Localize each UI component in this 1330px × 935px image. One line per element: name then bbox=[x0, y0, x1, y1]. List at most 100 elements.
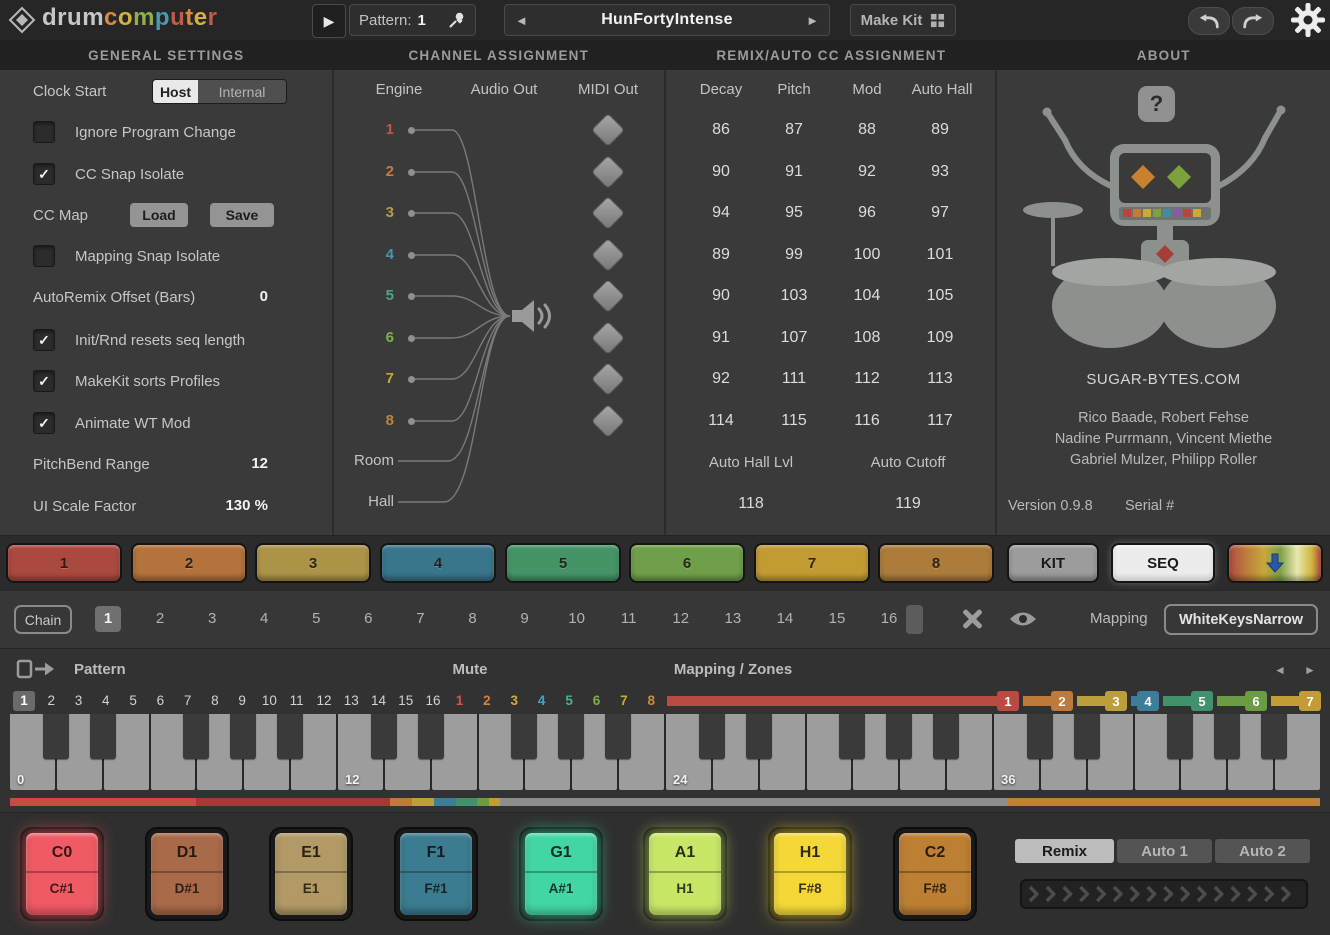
makekit-sorts-checkbox[interactable]: ✓ bbox=[33, 370, 55, 392]
settings-gear-button[interactable] bbox=[1290, 2, 1326, 38]
mute-channel-3[interactable]: 3 bbox=[503, 691, 525, 711]
cc-value-row6-col1[interactable]: 91 bbox=[686, 327, 756, 349]
auto-2-button[interactable]: Auto 2 bbox=[1215, 839, 1310, 863]
drum-pad-surface[interactable]: A1H1 bbox=[649, 833, 721, 915]
zone-5-bar[interactable] bbox=[1163, 696, 1191, 706]
channel-button-2[interactable]: 2 bbox=[133, 545, 245, 581]
drum-pad-g1[interactable]: G1A#1 bbox=[521, 829, 601, 919]
chain-step-5[interactable]: 5 bbox=[303, 606, 329, 632]
website-link[interactable]: SUGAR-BYTES.COM bbox=[997, 371, 1330, 388]
black-key-oct3-1[interactable] bbox=[1027, 714, 1053, 759]
cc-value-row4-col4[interactable]: 101 bbox=[905, 244, 975, 266]
zone-6[interactable]: 6 bbox=[1217, 691, 1267, 711]
zone-7-bar[interactable] bbox=[1271, 696, 1299, 706]
preset-next-button[interactable]: ► bbox=[806, 13, 819, 28]
drum-pad-surface[interactable]: F1F#1 bbox=[400, 833, 472, 915]
tab-channel-assignment[interactable]: CHANNEL ASSIGNMENT bbox=[333, 40, 666, 70]
drum-pad-surface[interactable]: C0C#1 bbox=[26, 833, 98, 915]
zone-6-bar[interactable] bbox=[1217, 696, 1245, 706]
engine-2-audio-node[interactable] bbox=[408, 169, 415, 176]
black-key-oct3-6[interactable] bbox=[1261, 714, 1287, 759]
chain-step-2[interactable]: 2 bbox=[147, 606, 173, 632]
channel-button-4[interactable]: 4 bbox=[382, 545, 494, 581]
cc-value-row5-col1[interactable]: 90 bbox=[686, 285, 756, 307]
cc-value-row6-col3[interactable]: 108 bbox=[832, 327, 902, 349]
zone-6-number[interactable]: 6 bbox=[1245, 691, 1267, 711]
mapping-snap-isolate-checkbox[interactable] bbox=[33, 245, 55, 267]
pattern-selector[interactable]: Pattern: 1 bbox=[349, 4, 476, 36]
auto-cutoff-value[interactable]: 119 bbox=[873, 493, 943, 515]
black-key-oct3-4[interactable] bbox=[1167, 714, 1193, 759]
autoremix-offset-value[interactable]: 0 bbox=[260, 285, 268, 309]
chain-scrollbar[interactable] bbox=[906, 605, 923, 634]
cc-value-row5-col4[interactable]: 105 bbox=[905, 285, 975, 307]
pattern-step-15[interactable]: 15 bbox=[395, 691, 417, 711]
engine-8-audio-node[interactable] bbox=[408, 418, 415, 425]
engine-1-audio-node[interactable] bbox=[408, 127, 415, 134]
remix-button[interactable]: Remix bbox=[1015, 839, 1114, 863]
cc-value-row2-col1[interactable]: 90 bbox=[686, 161, 756, 183]
chain-step-15[interactable]: 15 bbox=[824, 606, 850, 632]
chain-step-12[interactable]: 12 bbox=[668, 606, 694, 632]
chain-step-8[interactable]: 8 bbox=[459, 606, 485, 632]
animate-wt-checkbox[interactable]: ✓ bbox=[33, 412, 55, 434]
cc-value-row5-col3[interactable]: 104 bbox=[832, 285, 902, 307]
init-rnd-checkbox[interactable]: ✓ bbox=[33, 329, 55, 351]
clock-start-host-option[interactable]: Host bbox=[153, 80, 198, 103]
cc-value-row7-col1[interactable]: 92 bbox=[686, 368, 756, 390]
cc-value-row7-col4[interactable]: 113 bbox=[905, 368, 975, 390]
ignore-program-change-checkbox[interactable] bbox=[33, 121, 55, 143]
chain-step-9[interactable]: 9 bbox=[512, 606, 538, 632]
black-key-oct2-6[interactable] bbox=[933, 714, 959, 759]
black-key-oct0-2[interactable] bbox=[90, 714, 116, 759]
zone-1-number[interactable]: 1 bbox=[997, 691, 1019, 711]
black-key-oct3-2[interactable] bbox=[1074, 714, 1100, 759]
drum-pad-surface[interactable]: H1F#8 bbox=[774, 833, 846, 915]
channel-button-6[interactable]: 6 bbox=[631, 545, 743, 581]
mute-channel-5[interactable]: 5 bbox=[558, 691, 580, 711]
pattern-step-1[interactable]: 1 bbox=[13, 691, 35, 711]
pitchbend-range-value[interactable]: 12 bbox=[251, 452, 268, 476]
cc-value-row6-col2[interactable]: 107 bbox=[759, 327, 829, 349]
cc-value-row4-col2[interactable]: 99 bbox=[759, 244, 829, 266]
tab-general-settings[interactable]: GENERAL SETTINGS bbox=[0, 40, 333, 70]
mute-channel-2[interactable]: 2 bbox=[476, 691, 498, 711]
chain-step-4[interactable]: 4 bbox=[251, 606, 277, 632]
zone-5[interactable]: 5 bbox=[1163, 691, 1213, 711]
pattern-step-8[interactable]: 8 bbox=[204, 691, 226, 711]
engine-5-audio-node[interactable] bbox=[408, 293, 415, 300]
cc-value-row3-col1[interactable]: 94 bbox=[686, 202, 756, 224]
channel-button-7[interactable]: 7 bbox=[756, 545, 868, 581]
drum-pad-surface[interactable]: C2F#8 bbox=[899, 833, 971, 915]
chain-button[interactable]: Chain bbox=[14, 605, 72, 634]
chain-step-14[interactable]: 14 bbox=[772, 606, 798, 632]
mute-channel-8[interactable]: 8 bbox=[640, 691, 662, 711]
zone-1-bar[interactable] bbox=[667, 696, 997, 706]
pattern-value[interactable]: 1 bbox=[418, 12, 426, 29]
cc-value-row3-col4[interactable]: 97 bbox=[905, 202, 975, 224]
cc-snap-isolate-checkbox[interactable]: ✓ bbox=[33, 163, 55, 185]
keys-mode-button[interactable]: WhiteKeysNarrow bbox=[1164, 604, 1318, 635]
mute-channel-6[interactable]: 6 bbox=[586, 691, 608, 711]
zone-3-bar[interactable] bbox=[1077, 696, 1105, 706]
black-key-oct1-6[interactable] bbox=[605, 714, 631, 759]
auto-1-button[interactable]: Auto 1 bbox=[1117, 839, 1212, 863]
mute-channel-4[interactable]: 4 bbox=[531, 691, 553, 711]
black-key-oct1-4[interactable] bbox=[511, 714, 537, 759]
black-key-oct2-4[interactable] bbox=[839, 714, 865, 759]
zone-2[interactable]: 2 bbox=[1023, 691, 1073, 711]
engine-3-audio-node[interactable] bbox=[408, 210, 415, 217]
cc-value-row8-col1[interactable]: 114 bbox=[686, 410, 756, 432]
drum-pad-c0[interactable]: C0C#1 bbox=[22, 829, 102, 919]
black-key-oct0-1[interactable] bbox=[43, 714, 69, 759]
cc-value-row2-col4[interactable]: 93 bbox=[905, 161, 975, 183]
cc-value-row2-col3[interactable]: 92 bbox=[832, 161, 902, 183]
black-key-oct1-2[interactable] bbox=[418, 714, 444, 759]
zone-3-number[interactable]: 3 bbox=[1105, 691, 1127, 711]
mute-channel-1[interactable]: 1 bbox=[449, 691, 471, 711]
tab-about[interactable]: ABOUT bbox=[998, 40, 1330, 70]
drum-pad-f1[interactable]: F1F#1 bbox=[396, 829, 476, 919]
cc-value-row1-col1[interactable]: 86 bbox=[686, 119, 756, 141]
zone-5-number[interactable]: 5 bbox=[1191, 691, 1213, 711]
pattern-step-12[interactable]: 12 bbox=[313, 691, 335, 711]
